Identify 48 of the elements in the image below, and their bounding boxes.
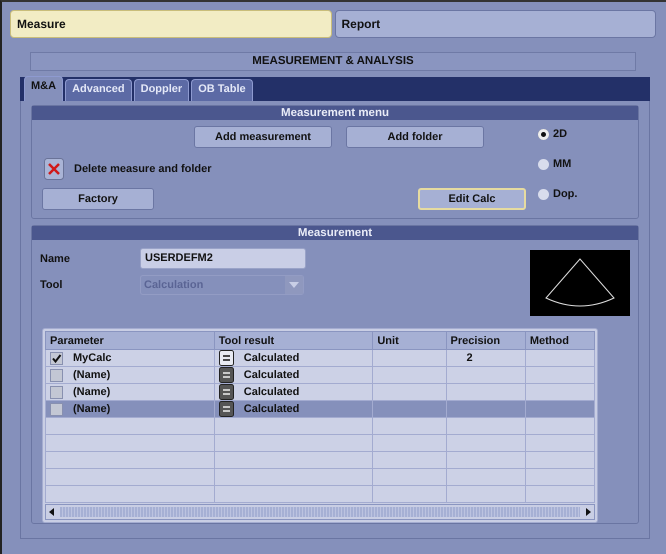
mode-radio[interactable]: Dop. — [538, 188, 628, 200]
add-folder-button[interactable]: Add folder — [346, 126, 484, 148]
parameter-name: MyCalc — [73, 352, 112, 364]
factory-button[interactable]: Factory — [42, 188, 154, 210]
column-header[interactable]: Tool result — [214, 332, 373, 350]
table-row[interactable]: (Name) Calculated — [46, 384, 594, 400]
section-title: Measurement — [32, 226, 638, 240]
tool-result: Calculated — [244, 403, 300, 415]
section-title: Measurement menu — [32, 106, 638, 120]
tab[interactable]: M&A — [24, 76, 64, 101]
equals-icon[interactable] — [218, 367, 234, 383]
name-field[interactable]: USERDEFM2 — [140, 248, 306, 269]
parameter-name: (Name) — [73, 369, 110, 381]
tab[interactable]: OB Table — [191, 79, 253, 101]
column-header[interactable]: Parameter — [46, 332, 214, 350]
top-tab[interactable]: Measure — [10, 10, 332, 38]
equals-icon[interactable] — [218, 350, 234, 366]
row-checkbox[interactable] — [50, 386, 63, 398]
parameter-name: (Name) — [73, 386, 110, 398]
tool-result: Calculated — [244, 369, 300, 381]
equals-icon[interactable] — [218, 401, 234, 417]
column-header[interactable]: Precision — [446, 332, 526, 350]
row-checkbox[interactable] — [50, 368, 63, 382]
name-label: Name — [40, 252, 71, 264]
table-row[interactable]: (Name) Calculated — [46, 400, 594, 418]
tool-label: Tool — [40, 279, 64, 291]
horizontal-scrollbar[interactable] — [45, 504, 595, 520]
tool-result: Calculated — [244, 352, 300, 364]
add-measurement-button[interactable]: Add measurement — [194, 126, 332, 148]
tab[interactable]: Advanced — [65, 79, 132, 101]
precision-value: 2 — [466, 352, 473, 364]
table-row[interactable]: MyCalc Calculated 2 — [46, 350, 594, 366]
column-header[interactable]: Method — [525, 332, 594, 350]
column-header[interactable]: Unit — [372, 332, 446, 350]
tab[interactable]: Doppler — [134, 79, 190, 101]
equals-icon[interactable] — [218, 384, 234, 400]
parameter-name: (Name) — [73, 403, 110, 415]
row-checkbox[interactable] — [50, 402, 63, 416]
page-title: MEASUREMENT & ANALYSIS — [30, 52, 636, 71]
delete-icon[interactable] — [44, 158, 64, 180]
edit-calc-button[interactable]: Edit Calc — [418, 188, 526, 210]
delete-label: Delete measure and folder — [74, 163, 212, 175]
row-checkbox[interactable] — [50, 352, 63, 364]
mode-radio[interactable]: MM — [538, 158, 628, 170]
top-tab[interactable]: Report — [334, 10, 656, 38]
mode-radio[interactable]: 2D — [538, 128, 628, 140]
table-row[interactable]: (Name) Calculated — [46, 366, 594, 384]
tool-result: Calculated — [244, 386, 300, 398]
